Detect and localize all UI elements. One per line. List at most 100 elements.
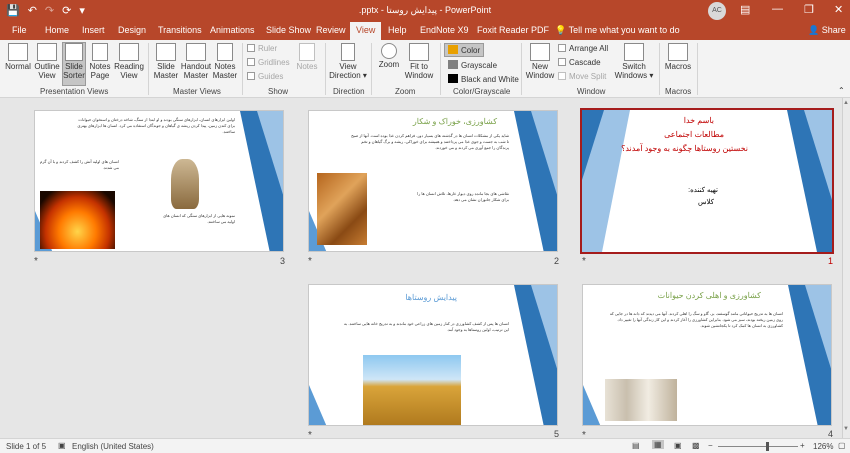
label: Grayscale [461,61,498,70]
slide-title: کشاورزی و اهلی کردن حیوانات [657,291,761,300]
notes-icon [299,43,315,61]
slide-master-button[interactable]: Slide Master [152,43,180,85]
group-separator [440,43,441,95]
macros-icon [668,43,688,61]
slide-caption: نمونه هایی از ابزارهای سنگی که انسان های… [163,213,235,224]
slide-thumbnail-3[interactable]: اولین ابزارهای انسان، ابزارهای سنگی بودن… [34,110,284,252]
color-button[interactable]: Color [444,43,485,57]
title-bar: 💾 ↶ ↷ ⟳ ▾ .pptx - پیدایش روستا - PowerPo… [0,0,850,22]
handout-master-button[interactable]: Handout Master [180,43,212,85]
zoom-slider[interactable] [718,446,798,447]
tab-endnote[interactable]: EndNote X9 [420,25,469,35]
tab-home[interactable]: Home [45,25,69,35]
direction-icon [341,43,355,61]
zoom-out-icon[interactable]: − [708,441,713,450]
label: Notes [296,62,318,71]
outline-view-button[interactable]: Outline View [33,43,61,85]
tab-review[interactable]: Review [316,25,346,35]
tab-animations[interactable]: Animations [210,25,255,35]
stone-tool-image [171,159,199,209]
reading-view-icon[interactable]: ▣ [674,441,682,450]
slide-thumbnail-5[interactable]: پیدایش روستاها انسان ها پس از کشف کشاورز… [308,284,558,426]
slide-thumbnail-4[interactable]: کشاورزی و اهلی کردن حیوانات انسان ها به … [582,284,832,426]
fit-to-window-button[interactable]: Fit to Window [403,43,435,85]
arrange-all-icon [558,44,566,52]
fit-slide-icon[interactable]: ▢ [838,441,846,450]
tab-slide-show[interactable]: Slide Show [266,25,311,35]
minimize-button[interactable]: — [772,3,783,15]
slide-master-icon [156,43,176,61]
slide-body-text: شاید یکی از مشکلات انسان ها در گذشته های… [351,133,509,150]
black-and-white-button[interactable]: Black and White [448,74,519,84]
view-direction-button[interactable]: View Direction ▾ [329,43,367,85]
tell-me-search[interactable]: 💡 Tell me what you want to do [555,25,680,36]
language-indicator[interactable]: English (United States) [72,442,154,451]
share-button[interactable]: 👤 Share [808,25,846,36]
fire-image [40,191,115,249]
zoom-button[interactable]: Zoom [375,43,403,85]
label: Normal [5,62,31,71]
avatar[interactable]: AC [708,2,726,20]
slide-sorter-button[interactable]: Slide Sorter [62,42,86,86]
label: Notes [214,62,236,71]
slide-number: 1 [828,256,834,266]
normal-view-icon[interactable]: ▤ [632,441,640,450]
label: Master [153,71,179,80]
label: Slide [65,62,83,71]
cascade-button[interactable]: Cascade [558,58,601,67]
notes-master-button[interactable]: Notes Master [212,43,238,85]
slide-body-text: انسان ها پس از کشف کشاورزی در کنار زمین … [343,321,509,332]
lightbulb-icon: 💡 [555,25,567,35]
label: Window [525,71,555,80]
person-icon: 👤 [808,25,820,35]
spellcheck-icon[interactable]: ▣ [58,441,66,450]
label: Cascade [569,58,601,67]
notes-page-icon [92,43,108,61]
scroll-down-icon[interactable]: ▼ [843,426,849,432]
grayscale-button[interactable]: Grayscale [448,60,497,70]
zoom-slider-thumb[interactable] [766,442,769,451]
switch-windows-button[interactable]: Switch Windows ▾ [614,43,654,85]
slide-sorter-icon[interactable]: ▦ [652,440,664,449]
move-split-button[interactable]: Move Split [558,72,606,81]
vertical-scrollbar[interactable]: ▲ ▼ [842,98,850,438]
arrange-all-button[interactable]: Arrange All [558,44,608,53]
tab-transitions[interactable]: Transitions [158,25,202,35]
ribbon-options-icon[interactable]: ▤ [740,3,750,16]
tab-help[interactable]: Help [388,25,407,35]
group-separator [521,43,522,95]
scroll-up-icon[interactable]: ▲ [843,100,849,106]
slide-thumbnail-2[interactable]: کشاورزی، خوراک و شکار شاید یکی از مشکلات… [308,110,558,252]
label: Slide [157,62,175,71]
slideshow-icon[interactable]: ▩ [692,441,700,450]
group-label-color: Color/Grayscale [453,87,511,96]
notes-button[interactable]: Notes [294,43,320,85]
ruler-checkbox[interactable]: Ruler [247,44,277,53]
notes-page-button[interactable]: Notes Page [88,43,112,85]
animation-marker: * [34,256,38,267]
reading-view-button[interactable]: Reading View [113,43,145,85]
slide-number: 2 [554,256,560,266]
close-button[interactable]: ✕ [834,3,843,16]
tab-insert[interactable]: Insert [82,25,105,35]
gridlines-checkbox[interactable]: Gridlines [247,58,290,67]
magnifier-icon [381,43,397,59]
macros-button[interactable]: Macros [663,43,693,85]
new-window-button[interactable]: New Window [524,43,556,85]
tab-view[interactable]: View [350,22,382,40]
normal-view-button[interactable]: Normal [4,43,32,85]
slide-thumbnail-1[interactable]: باسم خدا مطالعات اجتماعی نخستین روستاها … [580,108,834,254]
tab-design[interactable]: Design [118,25,146,35]
label: Move Split [569,72,607,81]
group-separator [371,43,372,95]
collapse-ribbon-icon[interactable]: ⌃ [838,86,845,95]
wheat-field-image [363,355,461,425]
restore-button[interactable]: ❐ [804,3,814,16]
zoom-level[interactable]: 126% [813,442,833,451]
guides-checkbox[interactable]: Guides [247,72,283,81]
zoom-in-icon[interactable]: + [800,441,805,450]
tab-foxit[interactable]: Foxit Reader PDF [477,25,549,35]
new-window-icon [530,43,550,61]
label: Switch [622,62,646,71]
tab-file[interactable]: File [12,25,27,35]
